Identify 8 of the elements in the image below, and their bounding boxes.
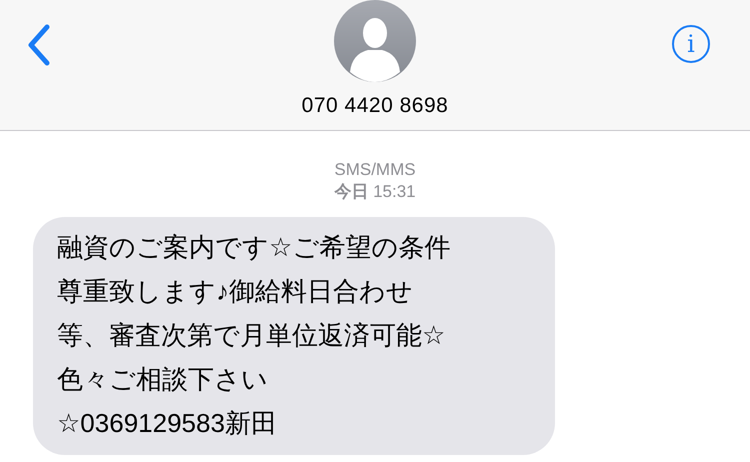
timestamp: 今日 15:31 xyxy=(333,181,417,204)
message-text: 融資のご案内です☆ご希望の条件尊重致します♪御給料日合わせ等、審査次第で月単位返済可能☆色々ご相談下さい xyxy=(57,231,451,396)
service-label: SMS/MMS xyxy=(333,159,417,181)
contact-number[interactable]: 070 4420 8698 xyxy=(0,90,750,122)
info-button[interactable]: i xyxy=(672,25,710,63)
message-bubble[interactable]: 融資のご案内です☆ご希望の条件尊重致します♪御給料日合わせ等、審査次第で月単位返済可能☆色々ご相談下さい ☆0369129583新田 xyxy=(33,217,555,456)
message-text: ☆0369129583新田 xyxy=(57,407,278,440)
avatar-icon[interactable] xyxy=(334,0,416,82)
